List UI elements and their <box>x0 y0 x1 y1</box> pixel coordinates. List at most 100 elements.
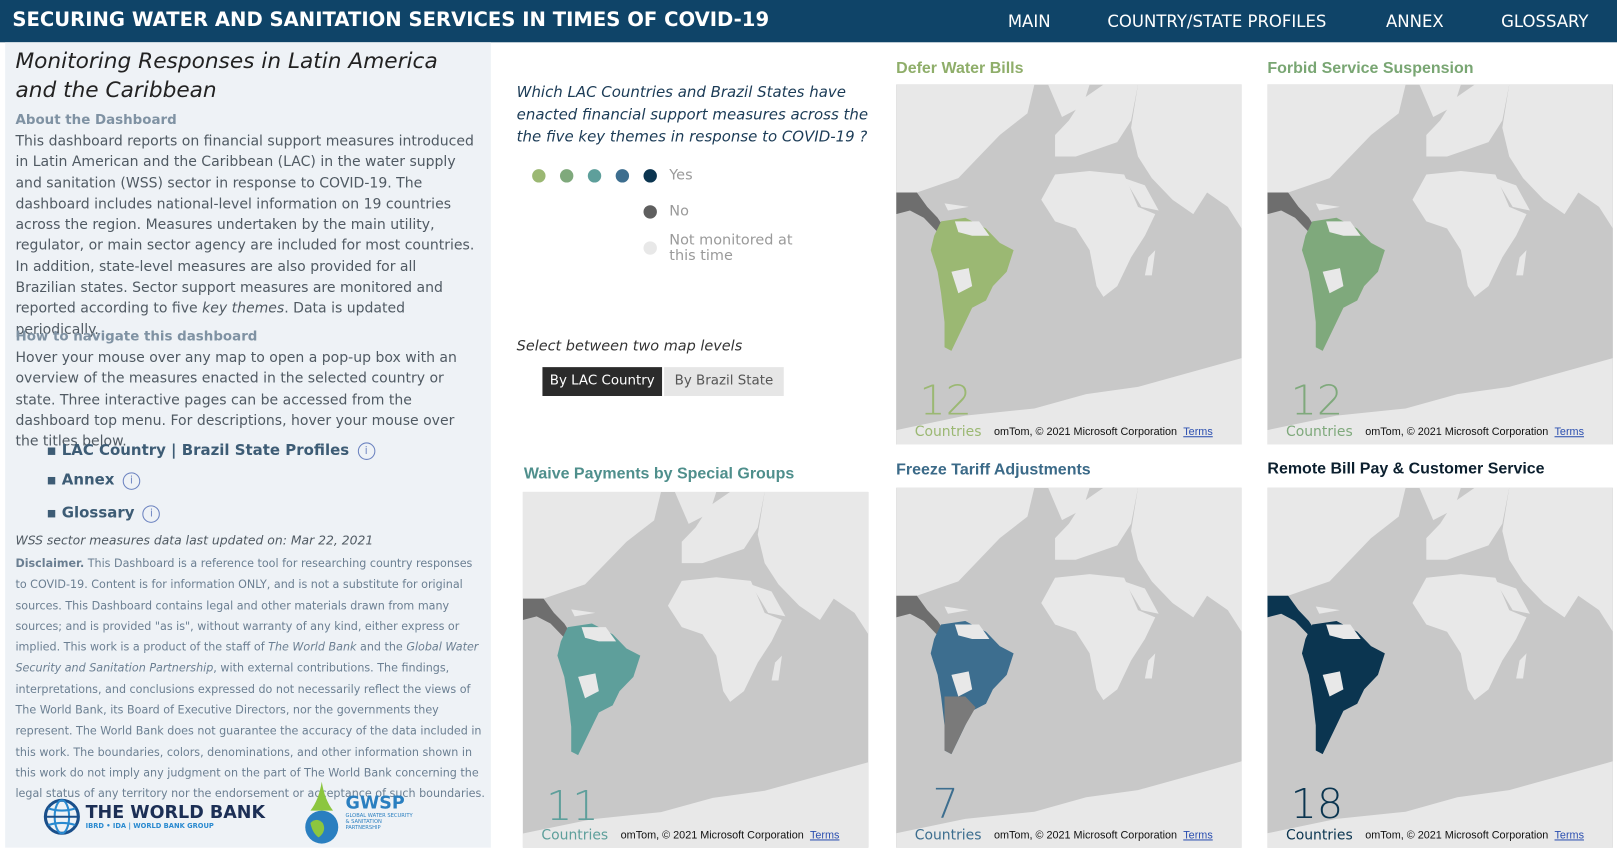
country-count-label: Countries <box>1285 827 1353 844</box>
land-mad <box>1516 250 1527 276</box>
link-annex-label: Annex <box>61 472 115 489</box>
terms-link[interactable]: Terms <box>1555 426 1584 438</box>
land-carib <box>571 609 596 617</box>
disclaimer: Disclaimer. This Dashboard is a referenc… <box>15 554 485 805</box>
mexico-central-america <box>896 192 945 233</box>
navigate-heading: How to navigate this dashboard <box>15 328 258 345</box>
land-mad <box>1144 653 1156 679</box>
attribution-text: omTom, © 2021 Microsoft Corporation <box>1365 829 1549 842</box>
nav-annex[interactable]: ANNEX <box>1386 11 1444 31</box>
globe-icon <box>43 798 80 835</box>
map-attribution: omTom, © 2021 Microsoft Corporation Terms <box>1365 829 1584 841</box>
map-attribution: omTom, © 2021 Microsoft Corporation Terms <box>1365 426 1584 438</box>
world-bank-wordmark: THE WORLD BANK <box>85 802 266 823</box>
legend-yes-dot-4 <box>615 169 630 183</box>
map-attribution: omTom, © 2021 Microsoft Corporation Terms <box>994 426 1213 438</box>
gwsp-sub: GLOBAL WATER SECURITY & SANITATION PARTN… <box>345 812 413 832</box>
attribution-text: omTom, © 2021 Microsoft Corporation <box>1365 425 1549 439</box>
nav-glossary[interactable]: GLOSSARY <box>1501 11 1588 31</box>
water-drop-globe-icon <box>305 781 339 844</box>
map-remote-bill-pay[interactable]: 18 Countries omTom, © 2021 Microsoft Corpo… <box>1267 487 1613 848</box>
map-title-waive-payments: Waive Payments by Special Groups <box>523 465 795 483</box>
attribution-text: omTom, © 2021 Microsoft Corporation <box>620 829 804 842</box>
map-title-forbid-service-suspension: Forbid Service Suspension <box>1267 59 1474 78</box>
map-waive-payments[interactable]: 11 Countries omTom, © 2021 Microsoft Corpo… <box>522 491 869 848</box>
map-freeze-tariff[interactable]: 7 Countries omTom, © 2021 Microsoft Corpor… <box>896 487 1242 848</box>
panel-title: Monitoring Responses in Latin America an… <box>15 48 438 103</box>
disclaimer-label: Disclaimer. <box>15 556 85 571</box>
legend-yes-dot-1 <box>532 169 546 183</box>
map-title-remote-bill-pay: Remote Bill Pay & Customer Service <box>1267 459 1545 478</box>
map-level-label: Select between two map levels <box>516 338 743 355</box>
map-defer-water-bills[interactable]: 12 Countries omTom, © 2021 Microsoft Corpo… <box>896 84 1242 445</box>
about-heading: About the Dashboard <box>15 112 177 128</box>
question-text: Which LAC Countries and Brazil States ha… <box>516 84 869 146</box>
land-na <box>896 84 1035 193</box>
terms-link[interactable]: Terms <box>810 829 839 841</box>
by-brazil-state-button[interactable]: By Brazil State <box>664 367 784 396</box>
land-carib <box>1315 203 1340 211</box>
country-count-label: Countries <box>914 423 982 441</box>
mexico-central-america <box>522 598 572 638</box>
land-carib <box>944 606 969 614</box>
land-mad <box>771 655 782 681</box>
legend-yes-label: Yes <box>669 167 693 184</box>
top-header: SECURING WATER AND SANITATION SERVICES I… <box>0 0 1617 43</box>
about-panel: Monitoring Responses in Latin America an… <box>5 42 491 848</box>
legend-no-dot <box>643 205 657 219</box>
attribution-text: omTom, © 2021 Microsoft Corporation <box>993 425 1178 439</box>
map-forbid-service-suspension[interactable]: 12 Countries omTom, © 2021 Microsoft Corpo… <box>1267 84 1613 445</box>
map-attribution: omTom, © 2021 Microsoft Corporation Terms <box>621 829 840 841</box>
mexico-central-america <box>896 595 945 636</box>
land-na <box>896 487 1035 596</box>
attribution-text: omTom, © 2021 Microsoft Corporation <box>993 829 1178 842</box>
gwsp-wordmark: GWSP <box>345 793 405 814</box>
about-text-em: key themes <box>202 300 285 317</box>
land-mad <box>1516 653 1527 679</box>
country-count: 18 <box>1290 780 1344 829</box>
terms-link[interactable]: Terms <box>1555 829 1584 841</box>
country-count: 12 <box>919 377 972 425</box>
south-america-yes <box>930 217 1014 351</box>
southern-cone-no <box>944 696 976 755</box>
land-na <box>522 491 662 599</box>
world-bank-logo: THE WORLD BANK IBRD • IDA | WORLD BANK GR… <box>42 797 265 836</box>
disclaimer-text: and the <box>356 640 407 655</box>
nav-country-state-profiles[interactable]: COUNTRY/STATE PROFILES <box>1107 11 1326 31</box>
country-count-label: Countries <box>914 827 982 844</box>
info-icon[interactable]: i <box>122 472 141 490</box>
legend-not-monitored-dot <box>643 241 657 255</box>
link-profiles-label: LAC Country | Brazil State Profiles <box>61 442 350 459</box>
link-profiles[interactable]: ▪ LAC Country | Brazil State Profiles i <box>46 442 375 460</box>
link-glossary-label: Glossary <box>61 505 135 522</box>
map-attribution: omTom, © 2021 Microsoft Corporation Terms <box>994 829 1213 841</box>
country-count-label: Countries <box>1285 423 1353 441</box>
land-na <box>1267 487 1406 596</box>
terms-link[interactable]: Terms <box>1183 426 1212 438</box>
country-count: 11 <box>546 782 599 831</box>
navigate-text: Hover your mouse over any map to open a … <box>15 349 457 450</box>
gwsp-logo: GWSP GLOBAL WATER SECURITY & SANITATION P… <box>302 780 418 846</box>
info-icon[interactable]: i <box>357 442 375 460</box>
land-carib <box>1315 606 1340 614</box>
legend-yes-dot-3 <box>587 169 602 183</box>
legend-yes-dot-2 <box>559 169 574 183</box>
map-title-freeze-tariff: Freeze Tariff Adjustments <box>896 460 1091 479</box>
country-count: 12 <box>1290 377 1344 425</box>
world-bank-sub: IBRD • IDA | WORLD BANK GROUP <box>85 821 214 831</box>
legend-no-label: No <box>669 203 689 220</box>
mexico-central-america <box>1267 595 1316 636</box>
link-glossary[interactable]: ▪ Glossary i <box>46 505 161 523</box>
by-lac-country-button[interactable]: By LAC Country <box>542 367 663 396</box>
map-title-defer-water-bills: Defer Water Bills <box>896 59 1024 78</box>
country-count-label: Countries <box>541 827 609 844</box>
info-icon[interactable]: i <box>142 505 161 523</box>
legend-yes-dot-5 <box>643 169 657 183</box>
land-na <box>1267 84 1406 193</box>
disclaimer-wb: The World Bank <box>268 640 357 655</box>
terms-link[interactable]: Terms <box>1183 829 1212 841</box>
nav-main[interactable]: MAIN <box>1008 11 1051 31</box>
link-annex[interactable]: ▪ Annex i <box>46 472 141 490</box>
land-carib <box>944 203 969 211</box>
mexico-central-america <box>1267 192 1316 233</box>
